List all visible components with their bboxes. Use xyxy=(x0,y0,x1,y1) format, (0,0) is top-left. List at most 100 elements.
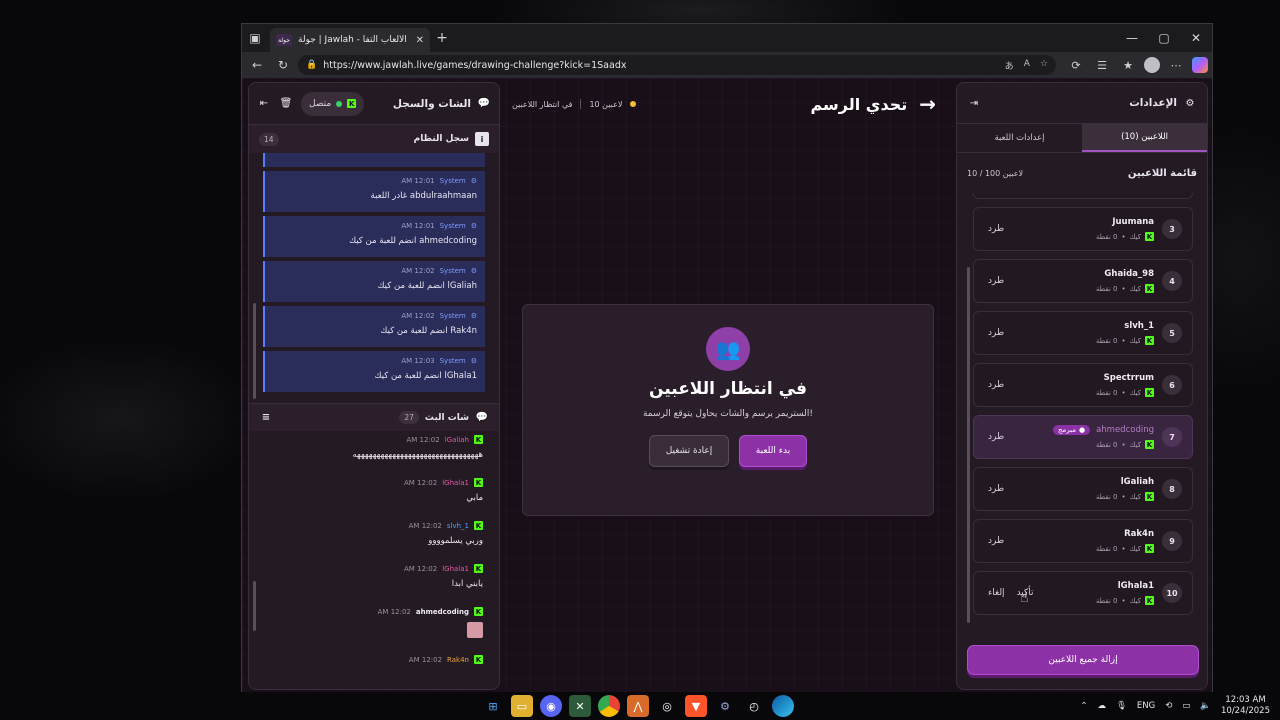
kick-icon: K xyxy=(474,478,483,487)
brave-icon[interactable]: ▼ xyxy=(685,695,707,717)
design-app-icon[interactable]: ⋀ xyxy=(627,695,649,717)
livechat-scrollbar[interactable] xyxy=(253,581,256,631)
tab-actions-icon[interactable]: ▣ xyxy=(242,24,268,52)
refresh-icon[interactable]: ↻ xyxy=(272,54,294,76)
kick-button[interactable]: طرد xyxy=(988,380,1004,390)
message-user: ahmedcoding xyxy=(415,607,469,616)
settings-panel: ⇥ الإعدادات ⚙ إعدادات اللعبة اللاعبين (1… xyxy=(956,82,1208,690)
player-name: ahmedcoding xyxy=(1096,425,1154,435)
restart-button[interactable]: إعادة تشغيل xyxy=(649,435,729,467)
window-controls: — ▢ ✕ xyxy=(1116,31,1212,45)
cancel-kick-button[interactable]: إلغاء xyxy=(988,588,1005,598)
trash-icon[interactable]: 🗑 xyxy=(279,97,293,111)
collections-icon[interactable]: ☰ xyxy=(1092,59,1112,72)
cloud-icon[interactable]: ☁ xyxy=(1098,701,1107,711)
back-arrow-icon[interactable]: → xyxy=(919,92,936,116)
browser-tab[interactable]: جولة جولة | Jawlah - منصة الألعاب التفا.… xyxy=(270,28,430,52)
start-icon[interactable]: ⊞ xyxy=(482,695,504,717)
tab-bar: ▣ جولة جولة | Jawlah - منصة الألعاب التف… xyxy=(242,24,1212,52)
live-chat-header[interactable]: ≡ 27 شات البث 💬 xyxy=(249,403,499,431)
player-name: Juumana xyxy=(1112,217,1154,227)
clock[interactable]: 12:03 AM 10/24/2025 xyxy=(1221,695,1270,717)
network-icon[interactable]: ▭ xyxy=(1182,701,1190,711)
log-entry xyxy=(263,153,485,167)
minimize-icon[interactable]: — xyxy=(1116,31,1148,45)
taskbar-apps: ⊞ ▭ ◉ ✕ ⋀ ◎ ▼ ⚙ ◴ xyxy=(482,695,794,717)
browser-window: ▣ جولة جولة | Jawlah - منصة الألعاب التف… xyxy=(241,23,1213,692)
close-window-icon[interactable]: ✕ xyxy=(1180,31,1212,45)
tab-game-settings[interactable]: إعدادات اللعبة xyxy=(957,124,1082,152)
log-entry: ⚙ System 12:03 AM lGhala1 انضم للعبة من كي… xyxy=(263,351,485,392)
kick-icon: K xyxy=(474,655,483,664)
remove-all-players-button[interactable]: إزالة جميع اللاعبين xyxy=(967,645,1199,675)
maximize-icon[interactable]: ▢ xyxy=(1148,31,1180,45)
expand-panel-icon[interactable]: ⇥ xyxy=(967,96,981,110)
favorites-icon[interactable]: ★ xyxy=(1118,59,1138,72)
terminal-icon[interactable]: ✕ xyxy=(569,695,591,717)
file-explorer-icon[interactable]: ▭ xyxy=(511,695,533,717)
game-header: في انتظار اللاعبين 10 لاعبين تحدي الرسم … xyxy=(512,84,936,124)
translate-icon[interactable]: あ xyxy=(1005,59,1014,72)
player-number: 3 xyxy=(1162,219,1182,239)
address-bar[interactable]: 🔒 https://www.jawlah.live/games/drawing-… xyxy=(298,55,1056,75)
profile-avatar[interactable] xyxy=(1144,57,1160,73)
system-icon: ⚙ xyxy=(470,312,477,320)
tab-players[interactable]: اللاعبين (10) xyxy=(1082,124,1207,152)
player-list-scrollbar[interactable] xyxy=(967,267,970,623)
kick-button[interactable]: طرد xyxy=(988,432,1004,442)
kick-icon: K xyxy=(347,99,357,108)
syslog-header[interactable]: 14 سجل النظام i xyxy=(249,125,499,153)
system-log-list[interactable]: ⚙ System 12:01 AM abdulraahmaan غادر اللعب… xyxy=(249,153,499,403)
connection-status: متصل K xyxy=(301,91,365,116)
copilot-icon[interactable] xyxy=(1192,57,1208,73)
kick-button[interactable]: طرد xyxy=(988,328,1004,338)
chat-message: Kahmedcoding 12:02 AM xyxy=(265,607,483,641)
close-tab-icon[interactable]: ✕ xyxy=(416,35,424,46)
waiting-dot xyxy=(630,101,637,107)
recording-app-icon[interactable]: ◴ xyxy=(743,695,765,717)
player-name: slvh_1 xyxy=(1124,321,1154,331)
live-chat-list[interactable]: KlGaliah 12:02 AM ههههههههههههههههههههههه… xyxy=(249,431,499,681)
player-list[interactable]: 3 Juumana K كيك • 0 نقطة طرد 4 Ghaida_98 Kك… xyxy=(957,193,1207,633)
kick-button[interactable]: طرد xyxy=(988,276,1004,286)
extensions-icon[interactable]: ⟳ xyxy=(1066,59,1086,72)
kick-button[interactable]: طرد xyxy=(988,484,1004,494)
kick-icon: K xyxy=(1145,336,1154,345)
kick-button[interactable]: طرد xyxy=(988,536,1004,546)
favorite-star-icon[interactable]: ☆ xyxy=(1040,59,1048,72)
player-points: 0 نقطة xyxy=(1095,232,1118,241)
log-text: Rak4n انضم للعبة من كيك xyxy=(380,326,477,336)
kick-button[interactable]: طرد xyxy=(988,224,1004,234)
player-source: كيك xyxy=(1129,440,1141,449)
steam-icon[interactable]: ⚙ xyxy=(714,695,736,717)
edge-icon[interactable] xyxy=(772,695,794,717)
message-time: 12:02 AM xyxy=(406,435,440,444)
new-tab-icon[interactable]: + xyxy=(430,30,454,46)
sync-icon[interactable]: ⟲ xyxy=(1165,701,1172,711)
log-sender: System xyxy=(439,177,466,185)
page-viewport: ⇤ 🗑 متصل K الشات والسجل 💬 14 سجل النظام … xyxy=(242,78,1212,692)
settings-title: الإعدادات ⚙ xyxy=(1129,96,1197,110)
player-points: 0 نقطة xyxy=(1095,596,1118,605)
discord-icon[interactable]: ◉ xyxy=(540,695,562,717)
waiting-card: 👥 في انتظار اللاعبين الستريمر يرسم والشا… xyxy=(522,304,934,516)
chat-message: KlGaliah 12:02 AM ههههههههههههههههههههههه… xyxy=(265,435,483,460)
back-icon[interactable]: ← xyxy=(246,54,268,76)
volume-icon[interactable]: 🔈 xyxy=(1200,701,1211,711)
microphone-icon[interactable]: 🎙 xyxy=(1116,701,1127,711)
start-game-button[interactable]: بدء اللعبة xyxy=(739,435,807,467)
users-icon: 👥 xyxy=(706,327,750,371)
syslog-scrollbar[interactable] xyxy=(253,303,256,399)
more-menu-icon[interactable]: ⋯ xyxy=(1166,59,1186,72)
player-row: 5 slvh_1 K كيك • 0 نقطة طرد xyxy=(973,311,1193,355)
chrome-icon[interactable] xyxy=(598,695,620,717)
kick-icon: K xyxy=(1145,440,1154,449)
collapse-panel-icon[interactable]: ⇤ xyxy=(257,97,271,111)
language-indicator[interactable]: ENG xyxy=(1137,701,1155,711)
obs-icon[interactable]: ◎ xyxy=(656,695,678,717)
message-user: slvh_1 xyxy=(446,521,469,530)
lock-icon[interactable]: 🔒 xyxy=(306,60,317,70)
sort-icon[interactable]: ≡ xyxy=(259,411,273,425)
read-aloud-icon[interactable]: A xyxy=(1024,59,1030,72)
chevron-up-icon[interactable]: ⌃ xyxy=(1081,701,1088,711)
